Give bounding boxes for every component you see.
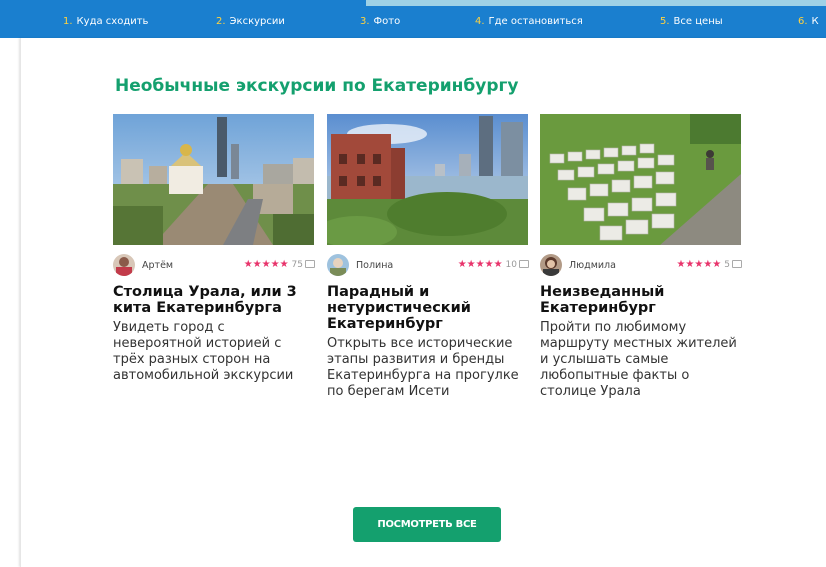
- top-nav: 1. Куда сходить 2. Экскурсии 3. Фото 4. Где …: [0, 0, 826, 38]
- author-name[interactable]: Людмила: [569, 260, 616, 271]
- review-count: 5: [724, 260, 730, 270]
- rating-stars: ★★★★★: [676, 259, 722, 270]
- tour-meta: Артём ★★★★★ 75: [113, 254, 315, 278]
- author-avatar: [327, 254, 349, 276]
- nav-item-where-to-go[interactable]: 1. Куда сходить: [63, 16, 148, 27]
- tour-description: Увидеть город с невероятной историей с т…: [113, 320, 294, 383]
- nav-item-number: 6.: [798, 16, 808, 27]
- review-count: 75: [291, 260, 303, 270]
- nav-item-number: 5.: [660, 16, 670, 27]
- comment-icon: [519, 260, 529, 268]
- nav-item-label: Экскурсии: [229, 16, 285, 27]
- nav-item-label: Где остановиться: [488, 16, 583, 27]
- rating: ★★★★★ 10: [458, 259, 529, 270]
- tour-meta: Людмила ★★★★★ 5: [540, 254, 742, 278]
- tour-title[interactable]: Парадный и нетуристический Екатеринбург: [327, 284, 529, 332]
- nav-item-truncated[interactable]: 6. К: [798, 16, 819, 27]
- tour-card[interactable]: Артём ★★★★★ 75 Столица Урала, или 3 кита …: [113, 114, 315, 384]
- nav-item-number: 2.: [216, 16, 226, 27]
- nav-item-all-prices[interactable]: 5. Все цены: [660, 16, 723, 27]
- nav-item-label: К: [811, 16, 819, 27]
- nav-top-strip: [366, 0, 826, 6]
- rating-stars: ★★★★★: [457, 259, 503, 270]
- tour-card[interactable]: Людмила ★★★★★ 5 Неизведанный Екатеринбург…: [540, 114, 742, 400]
- tour-title[interactable]: Неизведанный Екатеринбург: [540, 284, 742, 316]
- tour-photo-keyboard-monument[interactable]: [540, 114, 741, 245]
- comment-icon: [732, 260, 742, 268]
- nav-item-number: 1.: [63, 16, 73, 27]
- tour-description: Пройти по любимому маршруту местных жите…: [540, 320, 737, 399]
- author-name[interactable]: Артём: [142, 260, 173, 271]
- nav-item-number: 3.: [360, 16, 370, 27]
- rating: ★★★★★ 75: [244, 259, 315, 270]
- author-avatar: [540, 254, 562, 276]
- rating: ★★★★★ 5: [676, 259, 742, 270]
- author-name[interactable]: Полина: [356, 260, 393, 271]
- nav-item-label: Фото: [373, 16, 401, 27]
- nav-item-where-to-stay[interactable]: 4. Где остановиться: [475, 16, 583, 27]
- section-title: Необычные экскурсии по Екатеринбургу: [115, 76, 519, 96]
- see-all-button[interactable]: ПОСМОТРЕТЬ ВСЕ: [353, 507, 501, 542]
- tour-title[interactable]: Столица Урала, или 3 кита Екатеринбурга: [113, 284, 315, 316]
- comment-icon: [305, 260, 315, 268]
- nav-item-number: 4.: [475, 16, 485, 27]
- review-count: 10: [505, 260, 517, 270]
- tour-card[interactable]: Полина ★★★★★ 10 Парадный и нетуристически…: [327, 114, 529, 400]
- nav-item-photo[interactable]: 3. Фото: [360, 16, 400, 27]
- tour-description: Открыть все исторические этапы развития …: [327, 336, 519, 399]
- tour-photo-city-panorama[interactable]: [113, 114, 314, 245]
- rating-stars: ★★★★★: [243, 259, 289, 270]
- nav-item-excursions[interactable]: 2. Экскурсии: [216, 16, 285, 27]
- tour-meta: Полина ★★★★★ 10: [327, 254, 529, 278]
- nav-item-label: Все цены: [673, 16, 723, 27]
- nav-item-label: Куда сходить: [76, 16, 149, 27]
- tour-photo-riverside[interactable]: [327, 114, 528, 245]
- author-avatar: [113, 254, 135, 276]
